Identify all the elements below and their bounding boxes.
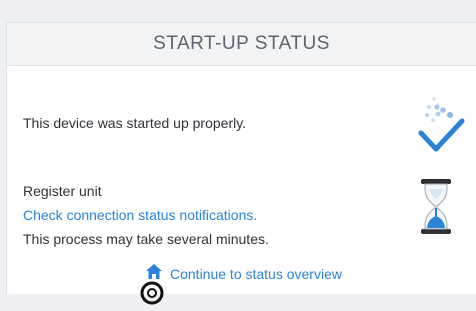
- startup-status-card: START-UP STATUS This device was started …: [6, 22, 476, 294]
- checkmark-icon: [417, 95, 467, 157]
- cursor-ring-icon: [139, 280, 165, 306]
- startup-status-text: This device was started up properly.: [23, 115, 247, 131]
- check-connection-link[interactable]: Check connection status notifications.: [23, 207, 257, 223]
- register-unit-label: Register unit: [23, 183, 102, 199]
- card-title: START-UP STATUS: [153, 33, 330, 54]
- card-header: START-UP STATUS: [7, 23, 476, 66]
- continue-to-status-link[interactable]: Continue to status overview: [145, 263, 342, 285]
- hourglass-icon: [419, 177, 453, 237]
- process-note-text: This process may take several minutes.: [23, 231, 269, 247]
- continue-label: Continue to status overview: [170, 266, 342, 282]
